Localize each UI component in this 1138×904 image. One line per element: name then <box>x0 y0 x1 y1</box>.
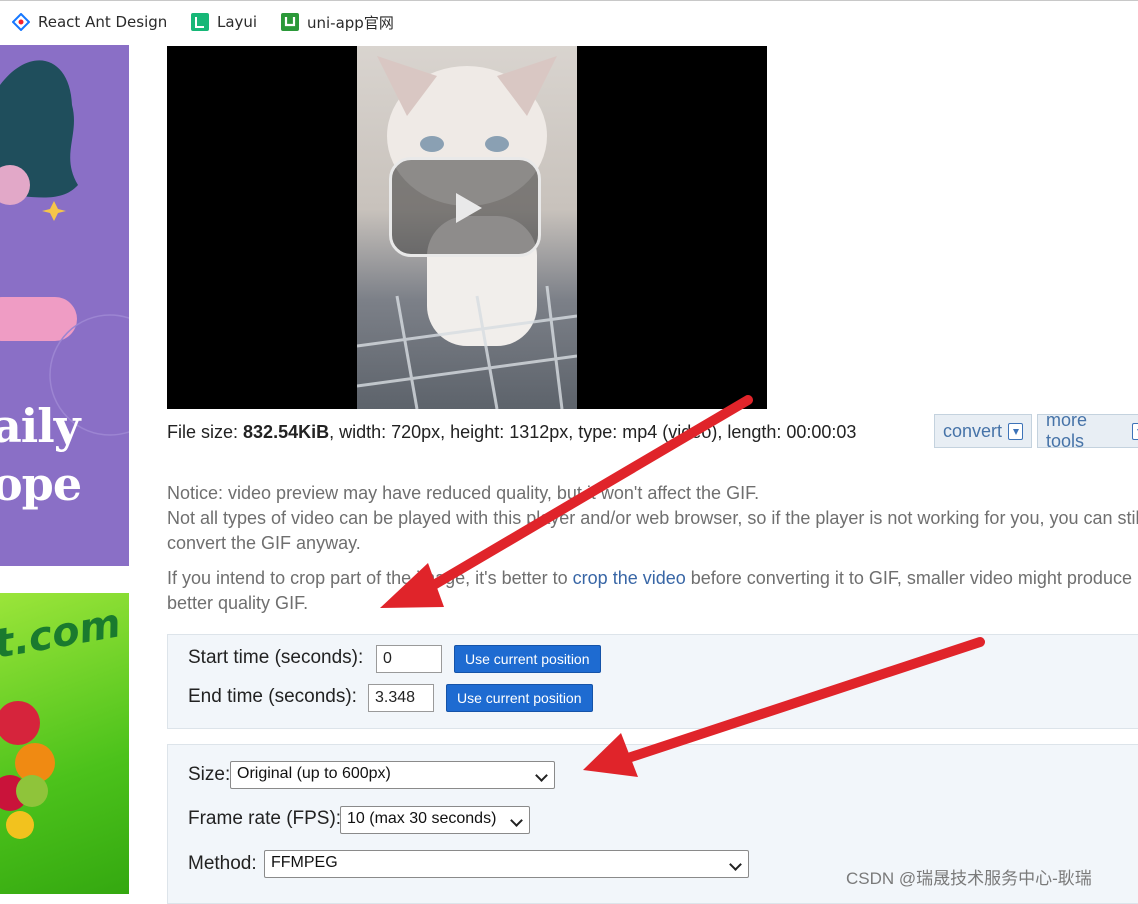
more-tools-label: more tools <box>1046 410 1088 451</box>
bookmark-label: React Ant Design <box>38 13 168 31</box>
file-size-label: File size: <box>167 422 244 442</box>
chevron-down-icon <box>729 858 742 871</box>
uni-app-icon <box>281 13 299 31</box>
method-label: Method: <box>188 853 257 874</box>
start-time-label: Start time (seconds): <box>188 647 364 668</box>
bookmark-uni-app[interactable]: uni-app官网 <box>281 11 394 33</box>
play-icon <box>456 193 482 223</box>
csdn-watermark: CSDN @瑞晟技术服务中心-耿瑞 <box>846 869 1092 888</box>
size-select-value: Original (up to 600px) <box>237 765 391 782</box>
download-icon <box>1131 422 1138 440</box>
size-select[interactable]: Original (up to 600px) <box>230 761 555 789</box>
start-time-input[interactable]: 0 <box>376 645 442 673</box>
notice-text: Notice: video preview may have reduced q… <box>167 481 1138 556</box>
file-info: File size: 832.54KiB, width: 720px, heig… <box>167 422 856 443</box>
crop-video-link[interactable]: crop the video <box>573 568 686 588</box>
bookmark-label: uni-app官网 <box>307 13 394 32</box>
bookmarks-bar: React Ant Design Layui uni-app官网 <box>0 0 1138 45</box>
fps-select[interactable]: 10 (max 30 seconds) <box>340 806 530 834</box>
end-time-input[interactable]: 3.348 <box>368 684 434 712</box>
end-time-label: End time (seconds): <box>188 686 357 707</box>
advertisement-fruit[interactable]: t.com <box>0 593 129 894</box>
time-range-panel: Start time (seconds): 0 Use current posi… <box>167 634 1138 729</box>
crop-hint: If you intend to crop part of the image,… <box>167 566 1138 616</box>
chevron-down-icon <box>535 769 548 782</box>
start-use-current-button[interactable]: Use current position <box>454 645 601 673</box>
play-button[interactable] <box>389 157 541 257</box>
fruit-image <box>0 701 55 839</box>
end-use-current-button[interactable]: Use current position <box>446 684 593 712</box>
bookmark-layui[interactable]: Layui <box>191 11 257 33</box>
file-size-value: 832.54KiB <box>243 422 330 442</box>
convert-label: convert <box>943 420 1003 441</box>
chevron-down-icon <box>510 814 523 827</box>
layui-icon <box>191 13 209 31</box>
advertisement-horoscope[interactable]: aily ope <box>0 45 129 566</box>
method-select-value: FFMPEG <box>271 854 338 871</box>
method-select[interactable]: FFMPEG <box>264 850 749 878</box>
download-icon <box>1008 422 1023 440</box>
file-details: , width: 720px, height: 1312px, type: mp… <box>329 422 857 442</box>
notice-line-2: Not all types of video can be played wit… <box>167 508 1138 553</box>
notice-line-1: Notice: video preview may have reduced q… <box>167 483 760 503</box>
ad-headline: aily ope <box>0 399 82 511</box>
bookmark-label: Layui <box>217 13 258 31</box>
video-player[interactable] <box>167 46 767 409</box>
more-tools-button[interactable]: more tools <box>1037 410 1138 451</box>
convert-button[interactable]: convert <box>934 414 1032 448</box>
bookmark-react-ant-design[interactable]: React Ant Design <box>12 11 167 33</box>
crop-hint-text: If you intend to crop part of the image,… <box>167 568 573 588</box>
fps-label: Frame rate (FPS): <box>188 808 342 829</box>
react-ant-design-icon <box>12 13 30 31</box>
fps-select-value: 10 (max 30 seconds) <box>347 810 497 827</box>
size-label: Size: <box>188 764 231 785</box>
